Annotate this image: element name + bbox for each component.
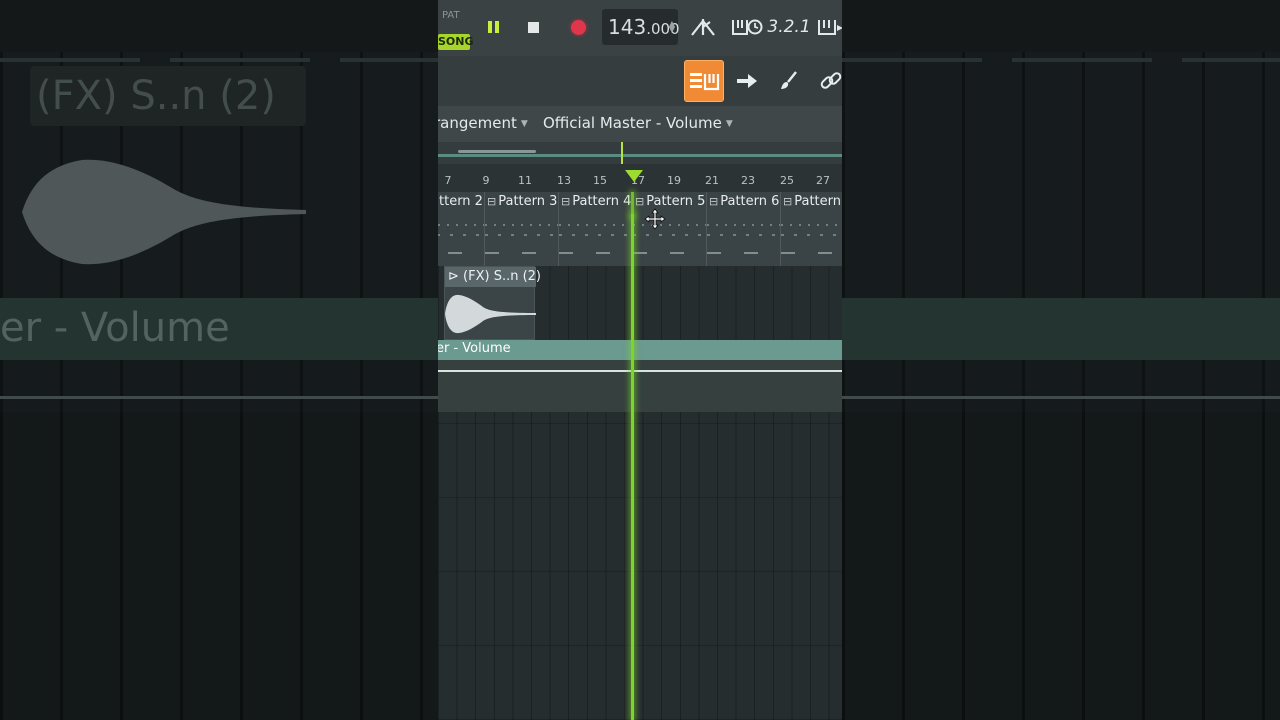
pattern-clip[interactable]: ⊟ Pattern 3 <box>484 192 558 266</box>
song-position-marker <box>621 142 623 164</box>
pat-song-toggle[interactable]: PAT SONG <box>438 6 474 50</box>
pattern-notes <box>485 216 558 262</box>
pattern-notes <box>707 216 780 262</box>
pattern-clip[interactable]: ttern 2 <box>438 192 484 266</box>
stop-icon <box>527 21 539 33</box>
tempo-integer: 143 <box>608 15 647 39</box>
countdown-icon: 3.2.1 <box>767 17 811 37</box>
horizontal-scrollbar[interactable] <box>438 142 842 164</box>
pattern-icon: ⊟ <box>783 195 793 208</box>
automation-clip-label: er - Volume <box>438 341 511 356</box>
ruler-tick: 9 <box>482 174 490 187</box>
arrangement-selector[interactable]: rangement ▼ <box>438 114 532 132</box>
playhead-marker-icon[interactable] <box>625 170 643 182</box>
dropdown-caret-icon: ▼ <box>725 118 733 129</box>
pause-button[interactable] <box>474 8 512 46</box>
playlist-header: rangement ▼ Official Master - Volume ▼ <box>438 106 842 142</box>
screen: (FX) S..n (2) er - Volume PAT SONG 143.0… <box>0 0 1280 720</box>
pattern-clip-label: Pattern 4 <box>572 194 632 209</box>
metronome-button[interactable] <box>684 8 722 46</box>
fl-studio-window: PAT SONG 143.000 ▲ ▼ 3.2.1 rangement ▼ O… <box>438 0 842 720</box>
automation-target-selector[interactable]: Official Master - Volume ▼ <box>543 114 737 132</box>
pattern-notes <box>438 216 484 262</box>
wait-input-icon <box>732 19 763 35</box>
playlist-grid[interactable] <box>438 412 842 720</box>
automation-clip-body[interactable] <box>438 360 842 412</box>
audio-waveform <box>445 294 536 334</box>
next-window-button[interactable] <box>728 62 766 100</box>
pattern-icon: ⊟ <box>561 195 571 208</box>
brush-icon <box>781 71 797 89</box>
blurred-background-left: (FX) S..n (2) er - Volume <box>0 0 438 720</box>
pause-icon <box>487 21 499 33</box>
ruler-tick: 27 <box>816 174 830 187</box>
pattern-clip-label: Pattern 5 <box>646 194 706 209</box>
transport-toolbar: PAT SONG 143.000 ▲ ▼ 3.2.1 <box>438 0 842 56</box>
automation-clip[interactable]: er - Volume <box>438 340 842 360</box>
ruler-tick: 25 <box>780 174 794 187</box>
ruler-tick: 19 <box>667 174 681 187</box>
ruler-tick: 7 <box>444 174 452 187</box>
pattern-clip[interactable]: ⊟ Pattern 6 <box>706 192 780 266</box>
pattern-clip[interactable]: ⊟ Pattern <box>780 192 842 266</box>
song-mode-label[interactable]: SONG <box>438 34 474 50</box>
pattern-track: ttern 2 ⊟ Pattern 3 ⊟ Pattern 4 ⊟ Pattern 5… <box>438 192 842 266</box>
stop-button[interactable] <box>514 8 552 46</box>
playlist-button[interactable] <box>684 60 724 102</box>
move-cursor-icon <box>644 208 666 230</box>
pattern-clip-label: Pattern 3 <box>498 194 558 209</box>
audio-clip[interactable]: ⊳ (FX) S..n (2) <box>444 266 541 340</box>
tempo-spin-icon: ▲ ▼ <box>668 19 675 34</box>
blurred-background-right <box>842 0 1280 720</box>
timeline-ruler[interactable]: 7 9 11 13 15 17 19 21 23 25 27 <box>438 164 842 192</box>
pattern-notes <box>559 216 632 262</box>
ruler-tick: 15 <box>593 174 607 187</box>
audio-clip-icon: ⊳ <box>448 269 459 284</box>
record-button[interactable] <box>559 8 597 46</box>
scroll-thumb[interactable] <box>458 150 536 153</box>
playhead-line <box>631 214 634 720</box>
automation-curve[interactable] <box>438 370 842 372</box>
wait-for-input-button[interactable] <box>728 8 766 46</box>
pattern-icon: ⊟ <box>487 195 497 208</box>
pattern-icon: ⊟ <box>709 195 719 208</box>
pattern-clip[interactable]: ⊟ Pattern 4 <box>558 192 632 266</box>
link-button[interactable] <box>812 62 842 100</box>
tempo-display[interactable]: 143.000 ▲ ▼ <box>602 9 680 45</box>
audio-track: ⊳ (FX) S..n (2) <box>438 266 842 340</box>
audio-clip-title: (FX) S..n (2) <box>463 269 542 284</box>
typing-keyboard-icon <box>818 20 842 35</box>
pattern-icon: ⊟ <box>635 195 645 208</box>
pattern-clip-label: ttern 2 <box>439 194 483 209</box>
playlist-icon <box>690 73 720 91</box>
ruler-tick: 21 <box>705 174 719 187</box>
pattern-notes <box>781 216 842 262</box>
typing-keyboard-button[interactable] <box>812 8 842 46</box>
pat-mode-label[interactable]: PAT <box>442 10 460 21</box>
ruler-tick: 23 <box>741 174 755 187</box>
pattern-clip-label: Pattern <box>794 194 841 209</box>
next-arrow-icon <box>737 74 757 88</box>
link-icon <box>820 72 842 89</box>
ruler-tick: 13 <box>557 174 571 187</box>
automation-target-label: Official Master - Volume <box>543 114 722 132</box>
pattern-clip-label: Pattern 6 <box>720 194 780 209</box>
arrangement-label: rangement <box>438 114 517 132</box>
paint-tool-button[interactable] <box>770 62 808 100</box>
ruler-tick: 11 <box>518 174 532 187</box>
countdown-button[interactable]: 3.2.1 <box>767 8 811 46</box>
metronome-icon <box>691 19 715 36</box>
record-icon <box>570 19 586 35</box>
dropdown-caret-icon: ▼ <box>520 118 528 129</box>
